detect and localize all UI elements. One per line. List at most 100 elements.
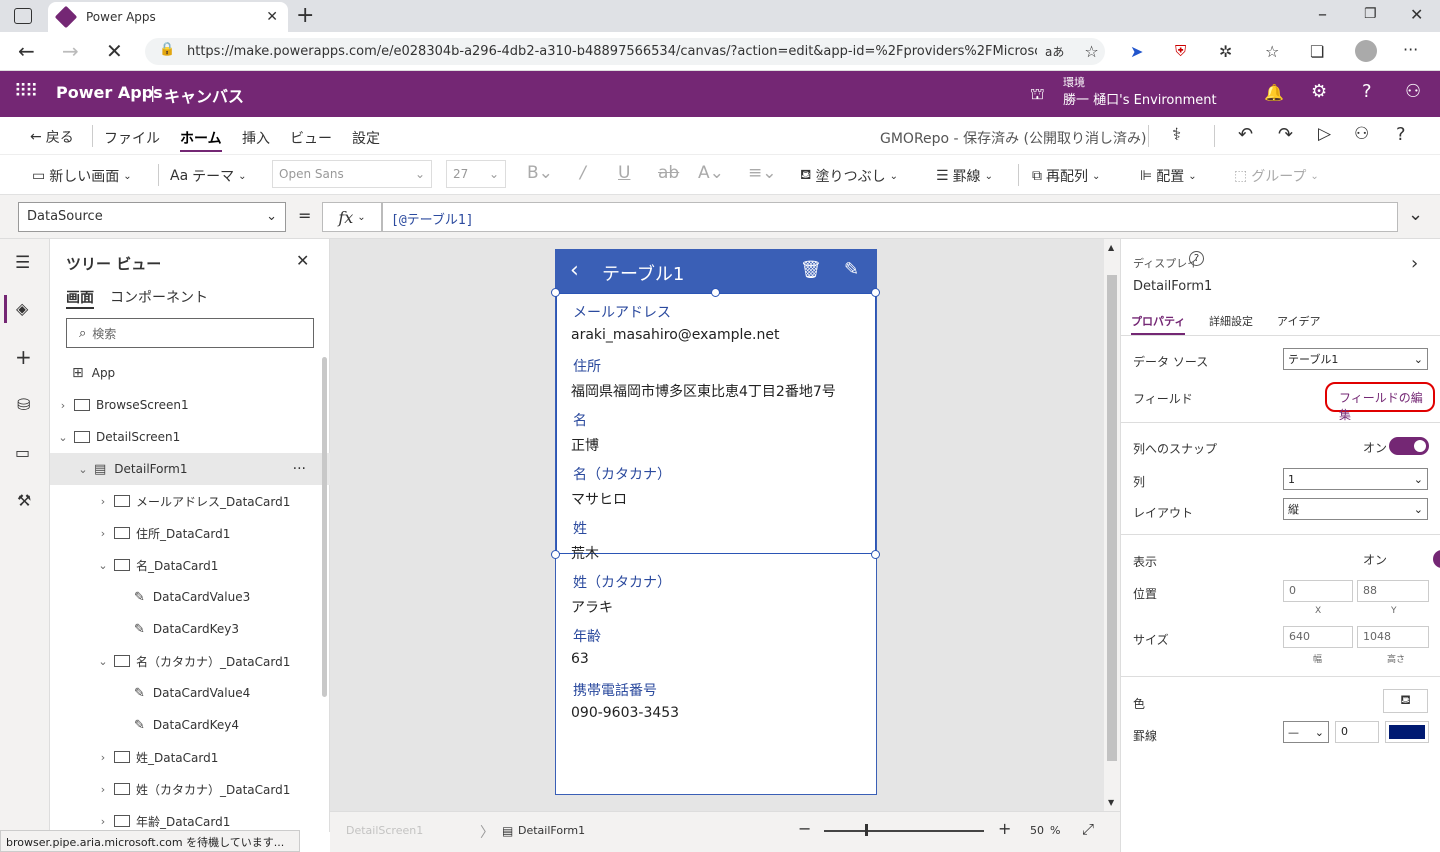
color-picker-button[interactable]: ⛾ [1383,689,1428,713]
screen-preview[interactable]: ‹ テーブル1 🗑 ✎ メールアドレス araki_masahiro@exampl… [551,249,880,795]
undo-icon[interactable]: ↶ [1238,124,1253,145]
tree-item-detail-screen[interactable]: ⌄ DetailScreen1 [50,421,320,453]
border-button[interactable]: ☰ 罫線 ⌄ [936,166,993,186]
form-field[interactable]: メールアドレス araki_masahiro@example.net [556,300,876,354]
menu-settings[interactable]: 設定 [352,128,380,148]
align-button[interactable]: ⊫ 配置 ⌄ [1140,166,1197,186]
function-button[interactable]: fx ⌄ [322,202,382,232]
visible-toggle[interactable] [1433,550,1440,568]
zoom-out-icon[interactable]: − [798,819,811,838]
new-tab-icon[interactable]: + [296,3,314,28]
strikethrough-icon[interactable]: ab [658,163,679,183]
app-name[interactable]: Power Apps [56,83,163,102]
form-field[interactable]: 姓（カタカナ） アラキ [556,570,876,624]
fit-to-window-icon[interactable]: ⤢ [1082,820,1094,838]
user-icon[interactable]: ⚇ [1405,81,1421,102]
favorite-icon[interactable]: ☆ [1084,42,1098,61]
tab-advanced[interactable]: 詳細設定 [1209,313,1253,329]
tree-search-input[interactable]: ⌕ 検索 [66,318,314,348]
form-field[interactable]: 住所 福岡県福岡市博多区東比恵4丁目2番地7号 [556,354,876,408]
stop-loading-icon[interactable]: ✕ [106,39,123,63]
browser-menu-icon[interactable]: ··· [1403,40,1418,59]
collections-icon[interactable]: ❏ [1310,42,1324,61]
font-family-select[interactable]: Open Sans ⌄ [272,160,432,188]
underline-icon[interactable]: U [618,163,630,183]
italic-icon[interactable]: / [580,163,586,183]
delete-icon[interactable]: 🗑 [800,260,822,280]
x-input[interactable]: 0 [1283,580,1353,602]
insert-plus-icon[interactable]: + [15,345,32,369]
forward-icon[interactable]: → [62,39,79,63]
breadcrumb-form[interactable]: DetailForm1 [518,824,585,837]
tab-ideas[interactable]: アイデア [1277,313,1320,329]
menu-view[interactable]: ビュー [290,128,332,148]
collapse-chevron-icon[interactable]: › [1411,253,1418,274]
form-field[interactable]: 名正博 [556,408,876,462]
snap-toggle[interactable] [1389,437,1429,455]
favorites-icon[interactable]: ☆ [1265,42,1279,61]
notification-icon[interactable]: 🔔 [1264,83,1284,102]
edit-fields-link[interactable]: フィールドの編集 [1325,382,1435,422]
tree-item-datacard[interactable]: › メールアドレス_DataCard1 [50,485,320,517]
media-icon[interactable]: ▭ [15,443,30,462]
app-launcher-icon[interactable]: ⠿⠿ [14,81,38,102]
tree-item-datacard[interactable]: › 住所_DataCard1 [50,517,320,549]
tree-item-datacard[interactable]: › 姓（カタカナ）_DataCard1 [50,773,320,805]
tree-item-browse-screen[interactable]: › BrowseScreen1 [50,389,320,421]
menu-insert[interactable]: 挿入 [242,128,270,148]
formula-input[interactable]: [@テーブル1] [382,202,1398,232]
back-chevron-icon[interactable]: ‹ [570,258,579,283]
bold-icon[interactable]: B⌄ [527,163,553,183]
restore-icon[interactable]: ❐ [1364,6,1377,22]
play-icon[interactable]: ▷ [1318,124,1331,144]
reorder-button[interactable]: ⧉ 再配列 ⌄ [1032,166,1100,186]
tree-scrollbar[interactable] [322,357,327,697]
new-screen-button[interactable]: ▭ 新しい画面 ⌄ [32,166,132,186]
zoom-slider[interactable] [824,830,984,832]
tree-item-datacard[interactable]: ⌄ 名（カタカナ）_DataCard1 [50,645,320,677]
help-question-icon[interactable]: ? [1396,124,1406,145]
form-field[interactable]: 携帯電話番号 090-9603-3453 [556,678,876,732]
text-align-icon[interactable]: ≡⌄ [748,163,777,183]
tree-item-detail-form[interactable]: ⌄ ▤ DetailForm1 ··· [50,453,330,485]
tree-item-datacard[interactable]: ⌄ 名_DataCard1 [50,549,320,581]
redo-icon[interactable]: ↷ [1278,124,1293,145]
columns-select[interactable]: 1 ⌄ [1283,468,1428,490]
tree-item-app[interactable]: ⊞ App [50,357,320,389]
zoom-in-icon[interactable]: + [998,819,1011,838]
layers-icon[interactable]: ◈ [16,299,28,318]
layout-select[interactable]: 縦 ⌄ [1283,498,1428,520]
more-options-icon[interactable]: ··· [293,461,306,477]
scroll-down-icon[interactable]: ▼ [1108,798,1114,807]
tree-item-control[interactable]: ✎ DataCardKey3 [50,613,320,645]
close-window-icon[interactable]: ✕ [1410,5,1423,24]
read-aloud-icon[interactable]: aあ [1045,43,1064,60]
theme-button[interactable]: Aa テーマ ⌄ [170,166,247,186]
font-color-icon[interactable]: A⌄ [698,163,724,183]
extensions-icon[interactable]: ✲ [1219,42,1232,61]
extension-arrow-icon[interactable]: ➤ [1130,42,1143,61]
zoom-slider-thumb[interactable] [865,824,868,836]
tree-item-control[interactable]: ✎ DataCardKey4 [50,709,320,741]
tree-item-control[interactable]: ✎ DataCardValue3 [50,581,320,613]
border-style-select[interactable]: — ⌄ [1283,721,1329,743]
close-panel-icon[interactable]: ✕ [296,251,309,270]
back-icon[interactable]: ← [18,39,35,63]
form-field[interactable]: 年齢 63 [556,624,876,678]
settings-gear-icon[interactable]: ⚙ [1311,81,1327,102]
border-color-picker[interactable] [1385,721,1429,743]
border-width-input[interactable]: 0 [1335,721,1379,743]
back-button[interactable]: ← 戻る [30,127,74,147]
browser-tab[interactable]: Power Apps ✕ [48,2,288,32]
help-icon[interactable]: ? [1362,81,1372,102]
group-button[interactable]: ⬚ グループ ⌄ [1234,166,1319,186]
resize-handle[interactable] [871,288,880,297]
resize-handle[interactable] [711,288,720,297]
scroll-up-icon[interactable]: ▲ [1108,243,1114,252]
width-input[interactable]: 640 [1283,626,1353,648]
edit-pencil-icon[interactable]: ✎ [844,259,859,280]
menu-file[interactable]: ファイル [104,128,160,148]
fill-button[interactable]: ⛾ 塗りつぶし ⌄ [800,166,898,186]
share-icon[interactable]: ⚇ [1354,124,1369,144]
form-field[interactable]: 姓荒木 [556,516,876,570]
